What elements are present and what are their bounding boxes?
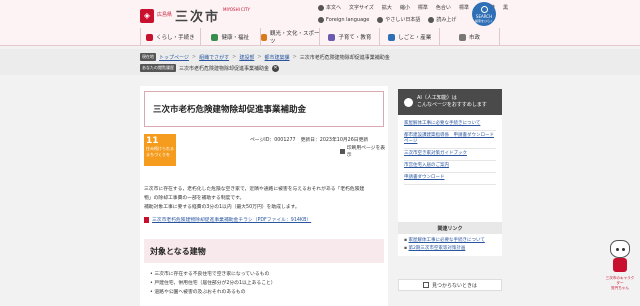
breadcrumb-separator: >	[232, 54, 237, 60]
sidebar: AI（人工知能）は こんなページをおすすめします 家屋解体工事に必要な手続きにつ…	[398, 86, 502, 306]
page-meta: ページID：0001277 更新日：2023年10月26日更新	[250, 136, 368, 143]
flag-icon	[260, 33, 267, 41]
nav-item-health[interactable]: 健康・福祉	[199, 28, 260, 46]
briefcase-icon	[388, 33, 396, 41]
history-item[interactable]: 三次市老朽危険建物除却促進事業補助金	[179, 65, 269, 72]
foreign-language-link[interactable]: Foreign language	[318, 16, 369, 23]
breadcrumb-link-urban-construction[interactable]: 都市建築課	[265, 54, 290, 61]
breadcrumb-area: 現在地 トップページ > 組織でさがす > 建設部 > 都市建築課 > 三次市老…	[0, 49, 640, 75]
ai-recommend-list: 家屋解体工事に必要な手続きについて 都市建設課建築指導係 申請書ダウンロードペー…	[398, 115, 502, 230]
nav-item-living[interactable]: くらし・手続き	[140, 28, 200, 46]
arrow-down-icon	[318, 4, 324, 11]
page-id: ページID：0001277	[250, 138, 296, 143]
color-label: 色合い	[435, 5, 451, 11]
related-link[interactable]: 家屋解体工事に必要な手続きについて	[408, 238, 484, 243]
mascot-caption: 三次市のキャラクター 覚円ちゃん	[605, 276, 635, 290]
logo-english: MIYOSHI CITY	[223, 7, 250, 12]
mascot-character[interactable]: 三次市のキャラクター 覚円ちゃん	[604, 240, 636, 296]
color-black-button[interactable]: 黒	[503, 4, 508, 11]
child-icon	[328, 33, 336, 41]
font-size-shrink-button[interactable]: 縮小	[400, 4, 410, 11]
breadcrumb: 現在地 トップページ > 組織でさがす > 建設部 > 都市建築課 > 三次市老…	[140, 53, 390, 61]
breadcrumb-separator: >	[257, 54, 262, 60]
color-standard-button[interactable]: 標準	[459, 4, 469, 11]
page-title: 三次市老朽危険建物除却促進事業補助金	[144, 91, 384, 127]
sdg-goal-icon: 11 住み続けられるまちづくりを	[144, 134, 176, 166]
speaker-icon	[428, 16, 435, 23]
skip-to-content-link[interactable]: 本文へ	[318, 4, 341, 11]
current-location-tag: 現在地	[140, 53, 156, 61]
list-item: 戸建住宅，併用住宅（居住部分が2分の1以上あること）	[150, 279, 275, 288]
breadcrumb-separator: >	[191, 54, 197, 60]
nav-item-city-government[interactable]: 市政	[439, 28, 500, 46]
breadcrumb-link-top[interactable]: トップページ	[159, 54, 189, 61]
list-item: 家屋解体工事に必要な手続きについて	[404, 237, 496, 245]
ai-recommend-link[interactable]: 都市建設課建築指導係 申請書ダウンロードページ	[404, 131, 496, 149]
logo-prefecture: 広島県	[157, 12, 173, 18]
question-icon	[422, 282, 429, 288]
browsing-history: あなたの閲覧履歴 三次市老朽危険建物除却促進事業補助金 ✕	[140, 64, 280, 72]
mascot-head	[610, 240, 630, 258]
heart-icon	[211, 33, 219, 41]
breadcrumb-current: 三次市老朽危険建物除却促進事業補助金	[299, 54, 390, 61]
city-emblem-icon: ◈	[140, 8, 154, 23]
print-page-link[interactable]: 印刷用ページを表示	[340, 144, 388, 158]
search-button[interactable]: SEARCH 検索をひらく	[472, 2, 496, 26]
building-icon	[459, 33, 467, 41]
site-header: ◈ 広島県 三次市 MIYOSHI CITY 本文へ 文字サイズ 拡大 縮小 標…	[0, 0, 640, 28]
related-links-heading: 関連リンク	[398, 222, 502, 234]
easy-japanese-link[interactable]: やさしい日本語	[377, 16, 420, 23]
list-item: 道路や公園へ被害の及ぶおそれのあるもの	[150, 288, 276, 297]
font-size-enlarge-button[interactable]: 拡大	[382, 4, 392, 11]
global-nav: くらし・手続き 健康・福祉 観光・文化・スポーツ 子育て・教育 しごと・産業 市…	[0, 28, 640, 46]
section-heading: 対象となる建物	[144, 239, 384, 263]
pdf-download-link[interactable]: 三次市老朽危険建物除却促進事業補助金チラシ（PDFファイル：914KB）	[144, 216, 311, 223]
site-logo[interactable]: ◈ 広島県 三次市 MIYOSHI CITY	[140, 6, 250, 25]
read-aloud-button[interactable]: 読み上げ	[428, 16, 456, 23]
related-link[interactable]: 第2期三次市空家等対策計画	[408, 246, 465, 251]
list-item: 三次市に存在する不良住宅で空き家になっているもの	[150, 270, 276, 279]
ai-recommend-header: AI（人工知能）は こんなページをおすすめします	[398, 89, 502, 115]
printer-icon	[340, 148, 345, 154]
search-icon	[480, 5, 488, 13]
target-building-list: 三次市に存在する不良住宅で空き家になっているもの 戸建住宅，併用住宅（居住部分が…	[150, 270, 276, 297]
pdf-icon	[144, 216, 149, 223]
ai-recommend-link[interactable]: 三次市空き家対策ガイドブック	[404, 149, 496, 161]
not-found-button[interactable]: 見つからないときは	[398, 279, 502, 291]
ai-recommend-link[interactable]: 市営住宅入居のご案内	[404, 161, 496, 173]
nav-item-education[interactable]: 子育て・教育	[319, 28, 379, 46]
intro-paragraph: 三次市に存在する，老朽化した危険な空き家で，近隣や通路に被害を与えるおそれがある…	[144, 187, 365, 210]
nav-item-tourism[interactable]: 観光・文化・スポーツ	[259, 28, 319, 46]
ai-recommend-link[interactable]: 申請書ダウンロード	[404, 173, 496, 185]
nav-item-business[interactable]: しごと・産業	[379, 28, 439, 46]
history-tag: あなたの閲覧履歴	[140, 64, 176, 72]
close-icon[interactable]: ✕	[272, 64, 280, 72]
easy-japanese-icon	[377, 16, 384, 23]
related-links-list: 家屋解体工事に必要な手続きについて 第2期三次市空家等対策計画	[398, 234, 502, 256]
main-content: 三次市老朽危険建物除却促進事業補助金 11 住み続けられるまちづくりを ページI…	[140, 86, 388, 306]
ai-icon	[404, 97, 413, 107]
utility-row-bottom: Foreign language やさしい日本語 読み上げ	[318, 16, 456, 23]
breadcrumb-link-construction[interactable]: 建設部	[239, 54, 254, 61]
list-item: 第2期三次市空家等対策計画	[404, 245, 496, 253]
globe-icon	[318, 16, 324, 23]
house-icon	[146, 33, 154, 41]
breadcrumb-link-organization[interactable]: 組織でさがす	[199, 54, 229, 61]
breadcrumb-separator: >	[292, 54, 297, 60]
logo-city-name: 三次市	[175, 10, 221, 25]
font-size-label: 文字サイズ	[349, 5, 374, 11]
ai-recommend-link[interactable]: 家屋解体工事に必要な手続きについて	[404, 119, 496, 131]
mascot-body	[613, 258, 627, 272]
font-size-standard-button[interactable]: 標準	[418, 4, 428, 11]
updated-date: 更新日：2023年10月26日更新	[300, 138, 369, 143]
